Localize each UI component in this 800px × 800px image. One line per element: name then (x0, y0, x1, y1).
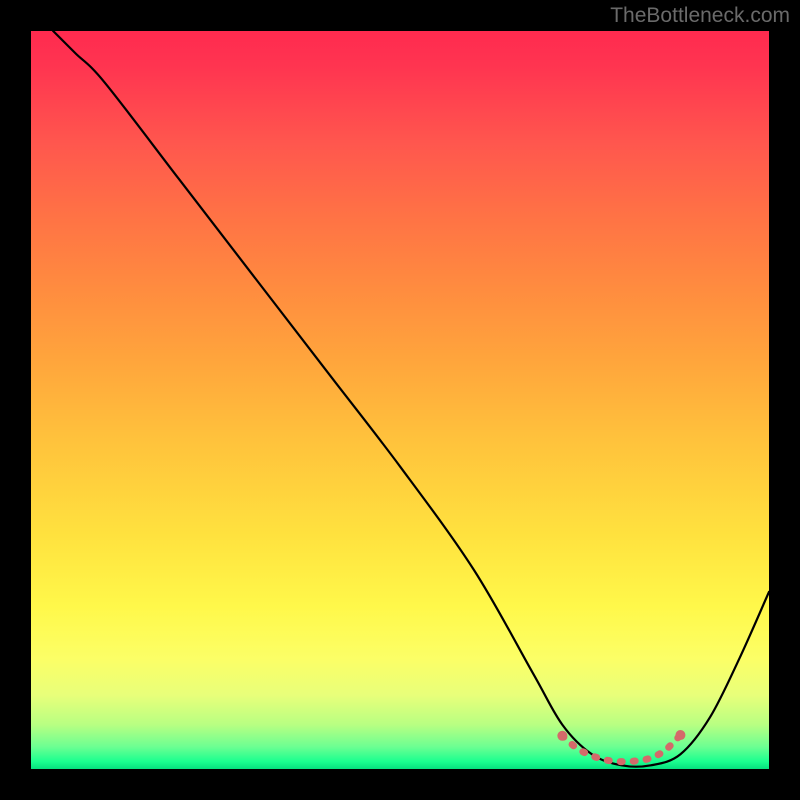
attribution-text: TheBottleneck.com (610, 4, 790, 28)
chart-container: TheBottleneck.com (0, 0, 800, 800)
plot-area (31, 31, 769, 769)
flat-region-markers (557, 730, 685, 762)
bottleneck-curve (53, 31, 769, 767)
chart-svg (31, 31, 769, 769)
flat-region-start-dot (557, 731, 567, 741)
flat-region-line (562, 735, 680, 762)
flat-region-end-dot (675, 730, 685, 740)
